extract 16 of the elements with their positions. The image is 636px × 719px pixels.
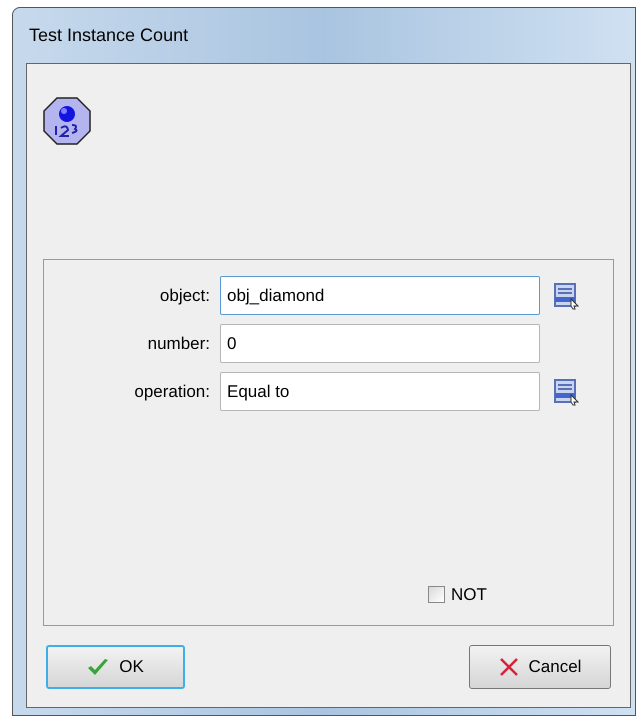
input-field[interactable]: obj_diamond [220, 276, 540, 315]
field-label: operation: [133, 380, 211, 403]
list-picker-icon[interactable] [553, 378, 579, 406]
window-title: Test Instance Count [29, 24, 188, 47]
counter-icon [43, 97, 91, 145]
field-label: object: [158, 284, 211, 307]
close-icon [498, 657, 519, 677]
checkmark-icon [87, 658, 110, 676]
field-label: number: [146, 332, 211, 355]
checkbox[interactable] [428, 586, 445, 604]
checkbox-label: NOT [451, 584, 487, 606]
ok-button[interactable]: OK [46, 645, 185, 689]
input-field[interactable]: 0 [220, 324, 540, 363]
input-field[interactable]: Equal to [220, 372, 540, 411]
list-picker-icon[interactable] [553, 282, 579, 310]
cancel-button[interactable]: Cancel [469, 645, 611, 689]
